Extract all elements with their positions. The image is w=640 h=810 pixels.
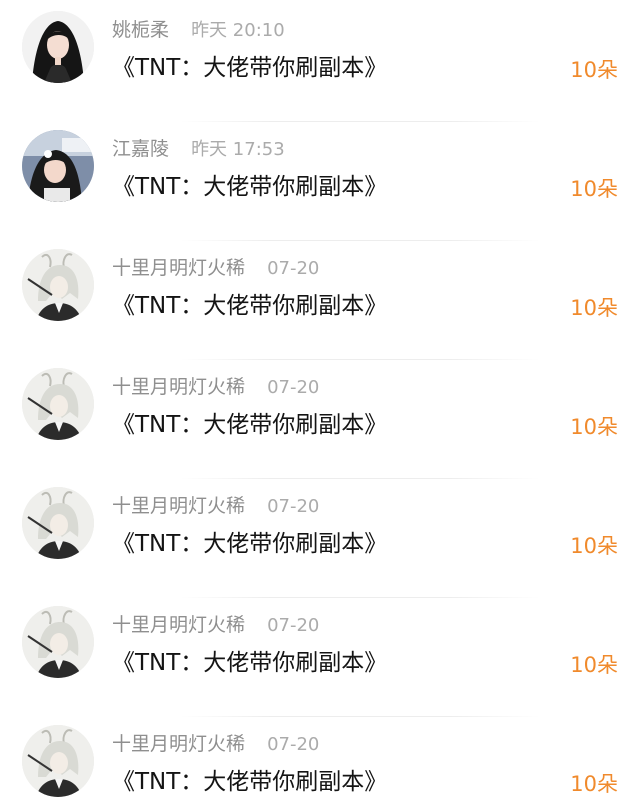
book-title[interactable]: 《TNT：大佬带你刷副本》 [112, 646, 387, 680]
book-title[interactable]: 《TNT：大佬带你刷副本》 [112, 51, 387, 85]
gift-count: 10朵 [570, 177, 618, 201]
timestamp: 07-20 [267, 258, 320, 279]
book-title[interactable]: 《TNT：大佬带你刷副本》 [112, 765, 387, 799]
avatar-girl-photo-icon[interactable] [22, 130, 94, 202]
meta-line: 十里月明灯火稀 07-20 [112, 255, 319, 281]
username[interactable]: 江嘉陵 [112, 136, 169, 162]
avatar-anime-white-hair-icon[interactable] [22, 606, 94, 678]
meta-line: 十里月明灯火稀 07-20 [112, 493, 319, 519]
timestamp: 07-20 [267, 377, 320, 398]
gift-record-list: 姚栀柔 昨天 20:10 《TNT：大佬带你刷副本》 10朵 江嘉陵 昨天 17… [0, 0, 640, 810]
gift-count: 10朵 [570, 58, 618, 82]
meta-line: 江嘉陵 昨天 17:53 [112, 136, 285, 162]
gift-count: 10朵 [570, 415, 618, 439]
book-title[interactable]: 《TNT：大佬带你刷副本》 [112, 408, 387, 442]
gift-count: 10朵 [570, 772, 618, 796]
gift-count: 10朵 [570, 653, 618, 677]
timestamp: 昨天 20:10 [191, 20, 285, 41]
username[interactable]: 十里月明灯火稀 [112, 493, 245, 519]
avatar-anime-white-hair-icon[interactable] [22, 368, 94, 440]
gift-count: 10朵 [570, 534, 618, 558]
meta-line: 姚栀柔 昨天 20:10 [112, 17, 285, 43]
timestamp: 07-20 [267, 615, 320, 636]
list-item[interactable]: 姚栀柔 昨天 20:10 《TNT：大佬带你刷副本》 10朵 [0, 3, 640, 122]
timestamp: 07-20 [267, 496, 320, 517]
list-item[interactable]: 十里月明灯火稀 07-20 《TNT：大佬带你刷副本》 10朵 [0, 598, 640, 717]
book-title[interactable]: 《TNT：大佬带你刷副本》 [112, 170, 387, 204]
username[interactable]: 十里月明灯火稀 [112, 255, 245, 281]
username[interactable]: 十里月明灯火稀 [112, 612, 245, 638]
gift-count: 10朵 [570, 296, 618, 320]
meta-line: 十里月明灯火稀 07-20 [112, 731, 319, 757]
list-item[interactable]: 十里月明灯火稀 07-20 《TNT：大佬带你刷副本》 10朵 [0, 241, 640, 360]
list-item[interactable]: 十里月明灯火稀 07-20 《TNT：大佬带你刷副本》 10朵 [0, 717, 640, 810]
avatar-anime-white-hair-icon[interactable] [22, 725, 94, 797]
book-title[interactable]: 《TNT：大佬带你刷副本》 [112, 527, 387, 561]
username[interactable]: 姚栀柔 [112, 17, 169, 43]
book-title[interactable]: 《TNT：大佬带你刷副本》 [112, 289, 387, 323]
username[interactable]: 十里月明灯火稀 [112, 374, 245, 400]
meta-line: 十里月明灯火稀 07-20 [112, 612, 319, 638]
avatar-anime-white-hair-icon[interactable] [22, 487, 94, 559]
avatar-girl-black-hair-icon[interactable] [22, 11, 94, 83]
timestamp: 07-20 [267, 734, 320, 755]
username[interactable]: 十里月明灯火稀 [112, 731, 245, 757]
list-item[interactable]: 江嘉陵 昨天 17:53 《TNT：大佬带你刷副本》 10朵 [0, 122, 640, 241]
list-item[interactable]: 十里月明灯火稀 07-20 《TNT：大佬带你刷副本》 10朵 [0, 479, 640, 598]
avatar-anime-white-hair-icon[interactable] [22, 249, 94, 321]
meta-line: 十里月明灯火稀 07-20 [112, 374, 319, 400]
list-item[interactable]: 十里月明灯火稀 07-20 《TNT：大佬带你刷副本》 10朵 [0, 360, 640, 479]
timestamp: 昨天 17:53 [191, 139, 285, 160]
